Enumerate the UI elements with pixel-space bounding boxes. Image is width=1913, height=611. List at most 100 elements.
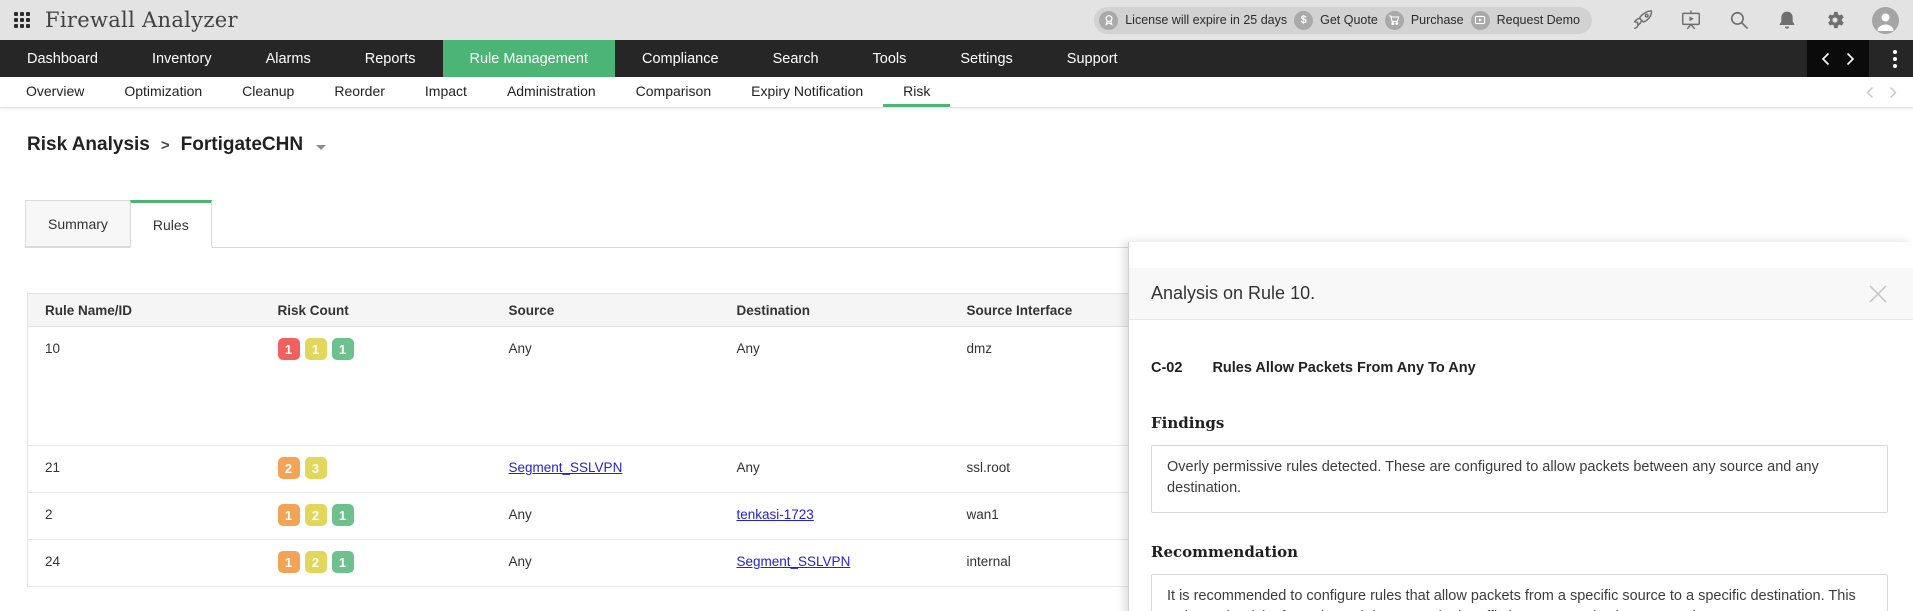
subnav-item-comparison[interactable]: Comparison bbox=[616, 77, 731, 107]
device-dropdown-caret-icon[interactable] bbox=[316, 145, 326, 150]
dollar-icon: $ bbox=[1294, 11, 1313, 30]
cart-icon bbox=[1385, 11, 1404, 30]
subnav-next-icon[interactable] bbox=[1889, 86, 1897, 99]
rule-id: 2 bbox=[45, 507, 53, 522]
object-link[interactable]: Segment_SSLVPN bbox=[737, 554, 851, 569]
risk-badge-green[interactable]: 1 bbox=[332, 504, 354, 526]
risk-count-badges: 121 bbox=[278, 551, 492, 573]
apps-grid-icon[interactable] bbox=[14, 12, 31, 29]
findings-label: Findings bbox=[1151, 414, 1913, 432]
search-icon[interactable] bbox=[1728, 9, 1750, 31]
get-quote-link[interactable]: Get Quote bbox=[1320, 13, 1378, 27]
table-row[interactable]: 24121AnySegment_SSLVPNinternal bbox=[28, 540, 1268, 587]
nav-pager bbox=[1807, 40, 1869, 77]
column-header-source[interactable]: Source bbox=[492, 294, 720, 327]
presentation-demo-icon[interactable] bbox=[1680, 9, 1702, 31]
main-nav-items: DashboardInventoryAlarmsReportsRule Mana… bbox=[0, 40, 1145, 77]
nav-overflow-menu-icon[interactable] bbox=[1893, 50, 1897, 68]
sub-nav: OverviewOptimizationCleanupReorderImpact… bbox=[0, 77, 1913, 108]
risk-badge-orange[interactable]: 1 bbox=[278, 504, 300, 526]
breadcrumb: Risk Analysis > FortigateCHN bbox=[27, 134, 1913, 156]
recommendation-label: Recommendation bbox=[1151, 543, 1913, 561]
notifications-bell-icon[interactable] bbox=[1776, 9, 1798, 31]
app-title: Firewall Analyzer bbox=[45, 8, 238, 32]
cell-text: Any bbox=[737, 341, 760, 356]
license-pill: License will expire in 25 days $ Get Quo… bbox=[1094, 7, 1592, 34]
object-link[interactable]: Segment_SSLVPN bbox=[509, 460, 623, 475]
risk-badge-yellow[interactable]: 2 bbox=[305, 551, 327, 573]
source-interface: internal bbox=[967, 554, 1011, 569]
subnav-item-cleanup[interactable]: Cleanup bbox=[222, 77, 314, 107]
subnav-item-optimization[interactable]: Optimization bbox=[104, 77, 222, 107]
cell-text: Any bbox=[737, 460, 760, 475]
risk-badge-yellow[interactable]: 3 bbox=[305, 457, 327, 479]
purchase-link[interactable]: Purchase bbox=[1411, 13, 1464, 27]
subnav-item-reorder[interactable]: Reorder bbox=[314, 77, 405, 107]
subnav-item-expiry-notification[interactable]: Expiry Notification bbox=[731, 77, 883, 107]
analysis-panel: Analysis on Rule 10. C-02 Rules Allow Pa… bbox=[1128, 242, 1913, 611]
rule-id: 21 bbox=[45, 460, 60, 475]
tab-strip: SummaryRules bbox=[25, 200, 1128, 248]
nav-item-reports[interactable]: Reports bbox=[338, 40, 443, 77]
subnav-item-administration[interactable]: Administration bbox=[487, 77, 616, 107]
subnav-prev-icon[interactable] bbox=[1866, 86, 1874, 99]
settings-gear-icon[interactable] bbox=[1824, 9, 1846, 31]
subnav-item-impact[interactable]: Impact bbox=[405, 77, 487, 107]
object-link[interactable]: tenkasi-1723 bbox=[737, 507, 814, 522]
license-expiry-text: License will expire in 25 days bbox=[1125, 13, 1287, 27]
breadcrumb-section[interactable]: Risk Analysis bbox=[27, 134, 150, 156]
header-actions: License will expire in 25 days $ Get Quo… bbox=[1094, 7, 1899, 34]
rules-table-body: 10111AnyAnydmz2123Segment_SSLVPNAnyssl.r… bbox=[28, 327, 1268, 587]
breadcrumb-device[interactable]: FortigateCHN bbox=[181, 134, 303, 156]
cell-text: Any bbox=[509, 507, 532, 522]
recommendation-text: It is recommended to configure rules tha… bbox=[1151, 574, 1888, 611]
nav-item-tools[interactable]: Tools bbox=[846, 40, 934, 77]
column-header-destination[interactable]: Destination bbox=[720, 294, 950, 327]
risk-badge-red[interactable]: 1 bbox=[278, 338, 300, 360]
subnav-item-overview[interactable]: Overview bbox=[6, 77, 104, 107]
rule-id: 10 bbox=[45, 341, 60, 356]
nav-next-icon[interactable] bbox=[1846, 52, 1855, 66]
risk-badge-yellow[interactable]: 2 bbox=[305, 504, 327, 526]
user-avatar[interactable] bbox=[1872, 7, 1899, 34]
table-row[interactable]: 2121Anytenkasi-1723wan1 bbox=[28, 493, 1268, 540]
nav-item-compliance[interactable]: Compliance bbox=[615, 40, 746, 77]
nav-item-support[interactable]: Support bbox=[1040, 40, 1145, 77]
subnav-pager bbox=[1866, 77, 1913, 107]
nav-item-rule-management[interactable]: Rule Management bbox=[443, 40, 616, 77]
nav-item-inventory[interactable]: Inventory bbox=[125, 40, 239, 77]
nav-item-alarms[interactable]: Alarms bbox=[239, 40, 338, 77]
table-row[interactable]: 10111AnyAnydmz bbox=[28, 327, 1268, 446]
tab-rules[interactable]: Rules bbox=[130, 200, 212, 248]
risk-badge-green[interactable]: 1 bbox=[332, 551, 354, 573]
tab-summary[interactable]: Summary bbox=[25, 200, 130, 247]
source-interface: ssl.root bbox=[967, 460, 1011, 475]
demo-play-icon bbox=[1471, 11, 1490, 30]
request-demo-link[interactable]: Request Demo bbox=[1497, 13, 1580, 27]
analysis-panel-header: Analysis on Rule 10. bbox=[1129, 268, 1913, 320]
rule-title: Rules Allow Packets From Any To Any bbox=[1212, 360, 1475, 376]
nav-item-settings[interactable]: Settings bbox=[933, 40, 1039, 77]
nav-item-dashboard[interactable]: Dashboard bbox=[0, 40, 125, 77]
risk-badge-green[interactable]: 1 bbox=[332, 338, 354, 360]
rule-id: 24 bbox=[45, 554, 60, 569]
nav-item-search[interactable]: Search bbox=[746, 40, 846, 77]
risk-badge-orange[interactable]: 2 bbox=[278, 457, 300, 479]
nav-prev-icon[interactable] bbox=[1821, 52, 1830, 66]
analysis-panel-title: Analysis on Rule 10. bbox=[1151, 283, 1315, 304]
cell-text: Any bbox=[509, 341, 532, 356]
close-icon[interactable] bbox=[1867, 283, 1889, 305]
rule-heading-row: C-02 Rules Allow Packets From Any To Any bbox=[1151, 360, 1889, 376]
column-header-rule-name-id[interactable]: Rule Name/ID bbox=[28, 294, 261, 327]
rule-code: C-02 bbox=[1151, 360, 1182, 376]
rocket-icon[interactable] bbox=[1632, 9, 1654, 31]
subnav-item-risk[interactable]: Risk bbox=[883, 77, 950, 107]
risk-badge-orange[interactable]: 1 bbox=[278, 551, 300, 573]
license-medal-icon bbox=[1099, 11, 1118, 30]
table-row[interactable]: 21 23 Segment_SSLVPN Any ssl.root bbox=[28, 446, 1268, 493]
column-header-risk-count[interactable]: Risk Count bbox=[261, 294, 492, 327]
rules-table: Rule Name/IDRisk CountSourceDestination S… bbox=[27, 293, 1267, 587]
risk-count-badges: 121 bbox=[278, 504, 492, 526]
risk-badge-yellow[interactable]: 1 bbox=[305, 338, 327, 360]
source-interface: wan1 bbox=[967, 507, 999, 522]
